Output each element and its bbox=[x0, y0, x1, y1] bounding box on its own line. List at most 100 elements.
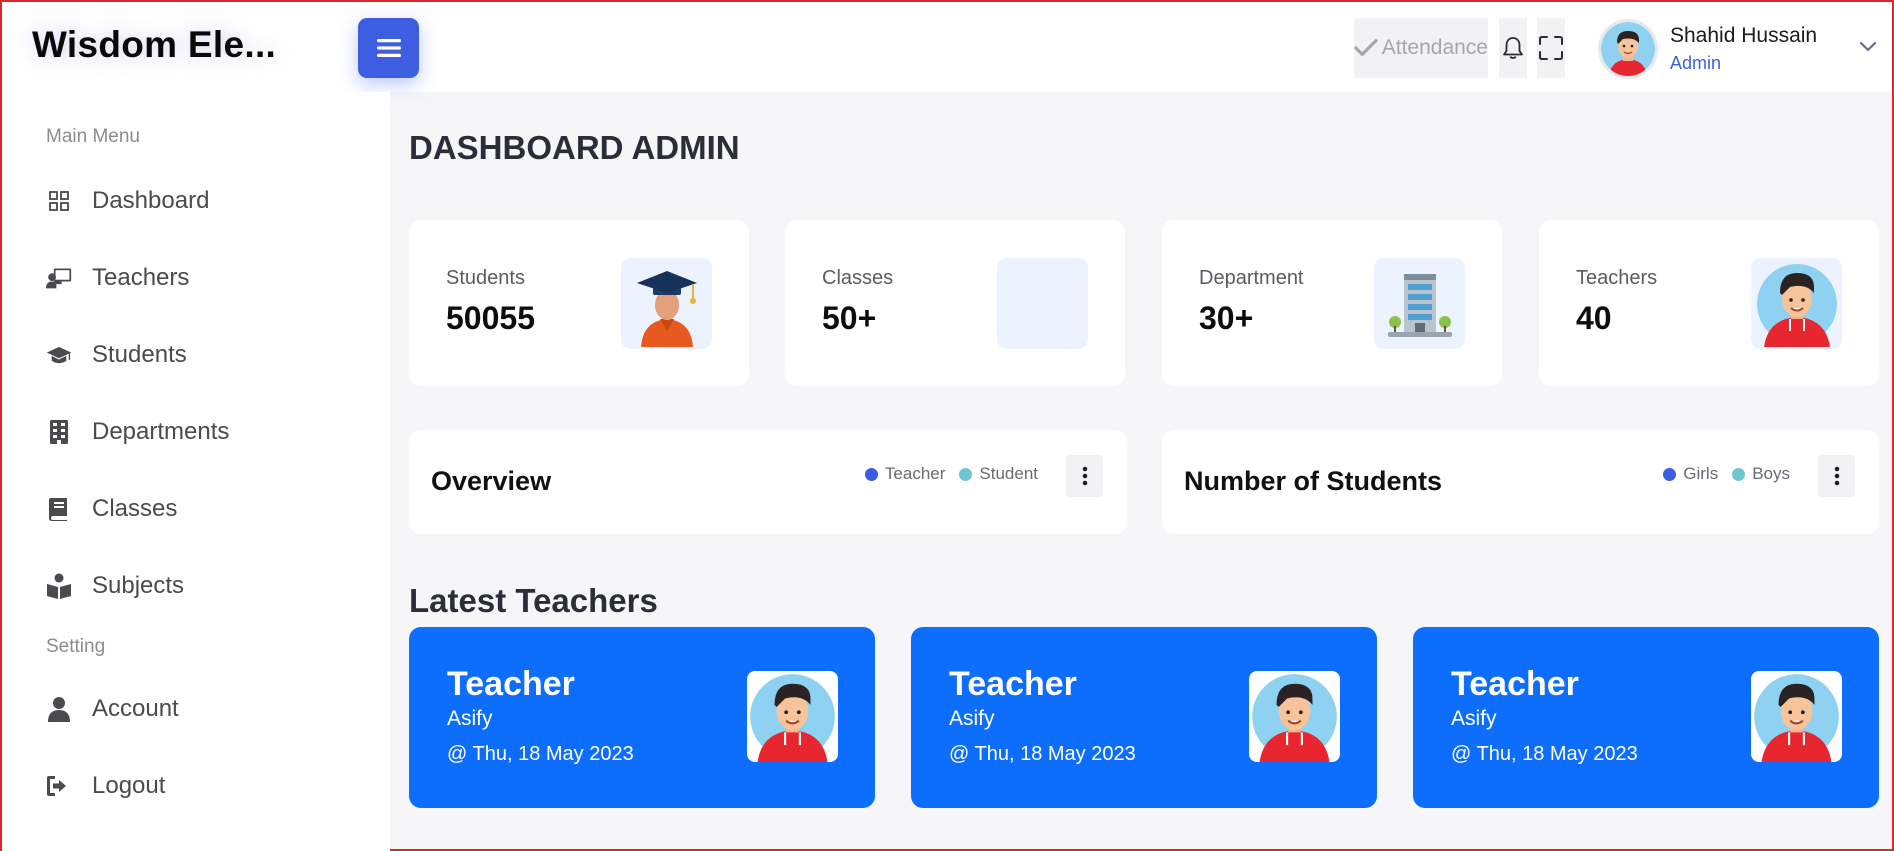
teacher-card-date: @ Thu, 18 May 2023 bbox=[1451, 743, 1638, 765]
teacher-card-title: Teacher bbox=[447, 665, 575, 703]
teacher-card-title: Teacher bbox=[1451, 665, 1579, 703]
fullscreen-button[interactable] bbox=[1537, 18, 1565, 78]
teacher-card-title: Teacher bbox=[949, 665, 1077, 703]
menu-toggle-button[interactable] bbox=[358, 18, 419, 78]
teacher-card-name: Asify bbox=[1451, 707, 1497, 730]
sidebar-item-label: Teachers bbox=[92, 264, 190, 291]
sidebar-item-subjects[interactable]: Subjects bbox=[46, 566, 366, 606]
sidebar-item-label: Students bbox=[92, 341, 187, 368]
stat-image bbox=[621, 258, 712, 349]
graduation-cap-icon bbox=[46, 342, 72, 368]
sidebar-item-label: Departments bbox=[92, 418, 230, 445]
stat-label: Department bbox=[1199, 267, 1304, 289]
grid-icon bbox=[46, 188, 72, 214]
sidebar-item-label: Subjects bbox=[92, 572, 185, 599]
teacher-avatar-icon bbox=[750, 674, 835, 762]
top-bar: Wisdom Ele... Attendance Shahid Hussain … bbox=[2, 2, 1892, 92]
legend-dot bbox=[1732, 467, 1746, 481]
teacher-card-avatar bbox=[747, 671, 838, 762]
teacher-card[interactable]: Teacher Asify @ Thu, 18 May 2023 bbox=[409, 627, 875, 808]
stat-value: 50055 bbox=[446, 300, 535, 336]
legend-dot bbox=[864, 467, 878, 481]
stat-card-classes[interactable]: Classes 50+ bbox=[785, 220, 1125, 386]
user-role: Admin bbox=[1670, 53, 1722, 73]
students-legend: Girls Boys bbox=[1663, 464, 1804, 484]
stat-card-department[interactable]: Department 30+ bbox=[1162, 220, 1502, 386]
avatar bbox=[1598, 19, 1658, 79]
fullscreen-icon bbox=[1539, 36, 1563, 60]
sidebar-item-label: Dashboard bbox=[92, 187, 210, 214]
stat-value: 50+ bbox=[822, 300, 877, 336]
sidebar-item-label: Logout bbox=[92, 772, 166, 799]
sidebar-item-teachers[interactable]: Teachers bbox=[46, 258, 366, 298]
sidebar-item-logout[interactable]: Logout bbox=[46, 766, 366, 806]
logout-icon bbox=[46, 773, 72, 799]
overview-options-button[interactable] bbox=[1066, 455, 1103, 497]
stat-image bbox=[1751, 258, 1842, 349]
teacher-card[interactable]: Teacher Asify @ Thu, 18 May 2023 bbox=[911, 627, 1377, 808]
user-menu[interactable]: Shahid Hussain Admin bbox=[1598, 19, 1878, 79]
students-options-button[interactable] bbox=[1818, 455, 1855, 497]
sidebar-item-dashboard[interactable]: Dashboard bbox=[46, 181, 366, 221]
check-icon bbox=[1354, 39, 1378, 56]
stat-value: 30+ bbox=[1199, 300, 1254, 336]
book-icon bbox=[46, 496, 72, 522]
sidebar-item-label: Account bbox=[92, 695, 179, 722]
stat-value: 40 bbox=[1576, 300, 1612, 336]
sidebar-item-departments[interactable]: Departments bbox=[46, 412, 366, 452]
sidebar-item-account[interactable]: Account bbox=[46, 689, 366, 729]
notifications-button[interactable] bbox=[1499, 18, 1527, 78]
teacher-card-date: @ Thu, 18 May 2023 bbox=[949, 743, 1136, 765]
user-name: Shahid Hussain bbox=[1670, 24, 1818, 47]
teacher-avatar-icon bbox=[1252, 674, 1337, 762]
stat-card-students[interactable]: Students 50055 bbox=[409, 220, 749, 386]
more-vertical-icon bbox=[1082, 466, 1087, 486]
user-info: Shahid Hussain Admin bbox=[1670, 24, 1817, 74]
sidebar-item-students[interactable]: Students bbox=[46, 335, 366, 375]
building-icon bbox=[46, 419, 72, 445]
overview-title: Overview bbox=[431, 466, 552, 496]
setting-title: Setting bbox=[46, 636, 106, 657]
teacher-card-name: Asify bbox=[949, 707, 995, 730]
teacher-avatar-icon bbox=[1756, 263, 1837, 347]
building-illustration-icon bbox=[1387, 273, 1452, 337]
stat-label: Teachers bbox=[1576, 267, 1658, 289]
stat-card-teachers[interactable]: Teachers 40 bbox=[1539, 220, 1879, 386]
teacher-card[interactable]: Teacher Asify @ Thu, 18 May 2023 bbox=[1413, 627, 1879, 808]
stat-image bbox=[1374, 258, 1465, 349]
legend-label: Teacher bbox=[884, 464, 946, 483]
latest-teachers-title: Latest Teachers bbox=[409, 582, 658, 619]
attendance-label: Attendance bbox=[1381, 36, 1488, 59]
sidebar-item-label: Classes bbox=[92, 495, 178, 522]
teacher-card-avatar bbox=[1751, 671, 1842, 762]
hamburger-icon bbox=[376, 39, 401, 57]
legend-label: Boys bbox=[1752, 464, 1790, 483]
graduate-icon bbox=[636, 270, 697, 347]
overview-panel: Overview Teacher Student bbox=[409, 430, 1127, 534]
stat-image bbox=[997, 258, 1088, 349]
teacher-card-avatar bbox=[1249, 671, 1340, 762]
attendance-button[interactable]: Attendance bbox=[1354, 18, 1488, 78]
main-menu-title: Main Menu bbox=[46, 126, 140, 147]
page-title: DASHBOARD ADMIN bbox=[409, 129, 740, 166]
legend-dot bbox=[1663, 467, 1677, 481]
user-icon bbox=[46, 696, 72, 722]
teacher-avatar-icon bbox=[1754, 674, 1839, 762]
legend-boys: Boys bbox=[1732, 464, 1790, 484]
app-logo[interactable]: Wisdom Ele... bbox=[32, 24, 276, 66]
sidebar-item-classes[interactable]: Classes bbox=[46, 489, 366, 529]
sidebar: Main Menu Dashboard Teachers Students De… bbox=[2, 92, 390, 851]
legend-label: Girls bbox=[1683, 464, 1719, 483]
stat-label: Students bbox=[446, 267, 525, 289]
teacher-card-date: @ Thu, 18 May 2023 bbox=[447, 743, 634, 765]
more-vertical-icon bbox=[1834, 466, 1839, 486]
number-of-students-panel: Number of Students Girls Boys bbox=[1162, 430, 1879, 534]
legend-dot bbox=[959, 467, 973, 481]
overview-legend: Teacher Student bbox=[864, 464, 1052, 484]
legend-label: Student bbox=[979, 464, 1038, 483]
legend-student: Student bbox=[959, 464, 1038, 484]
bell-icon bbox=[1503, 37, 1523, 59]
chevron-down-icon[interactable] bbox=[1858, 39, 1878, 53]
legend-teacher: Teacher bbox=[864, 464, 946, 484]
teacher-card-name: Asify bbox=[447, 707, 493, 730]
